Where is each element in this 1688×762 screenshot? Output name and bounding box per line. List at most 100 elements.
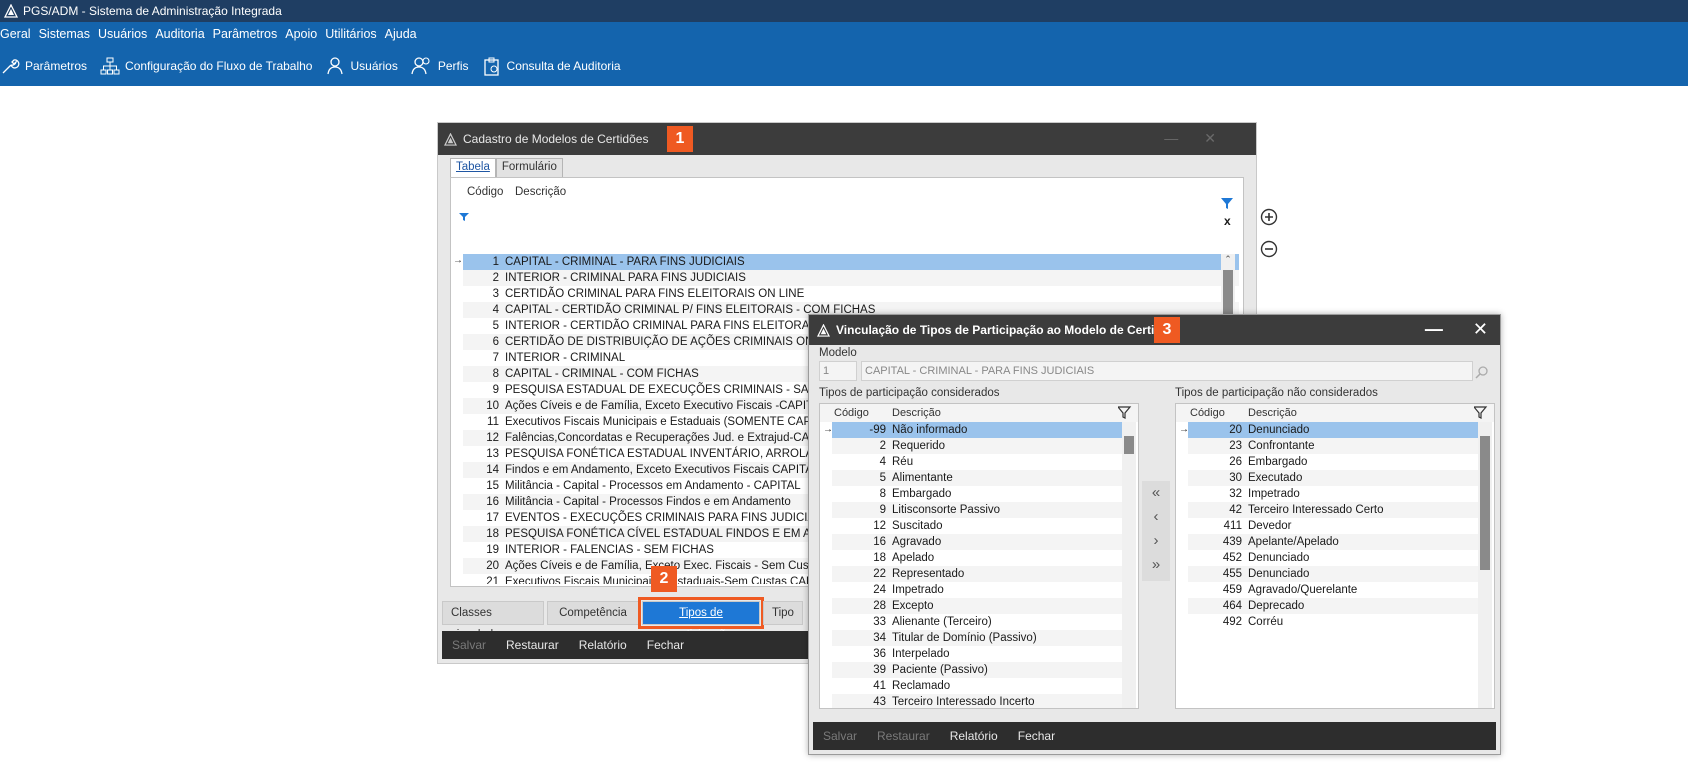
table-row[interactable]: 2 INTERIOR - CRIMINAL PARA FINS JUDICIAIS (463, 270, 1239, 286)
menu-geral[interactable]: Geral (0, 27, 36, 41)
menu-ajuda[interactable]: Ajuda (385, 27, 422, 41)
menu-sistemas[interactable]: Sistemas (39, 27, 95, 41)
row-description: Agravado/Querelante (1248, 584, 1358, 596)
table-row[interactable]: 3 CERTIDÃO CRIMINAL PARA FINS ELEITORAIS … (463, 286, 1239, 302)
toolbar-auditoria-button[interactable]: Consulta de Auditoria (482, 56, 621, 76)
table-row[interactable]: 23 Confrontante (1188, 438, 1480, 454)
table-row[interactable]: 1 CAPITAL - CRIMINAL - PARA FINS JUDICIAI… (463, 254, 1239, 270)
column-codigo[interactable]: Código (820, 404, 892, 422)
vinculacao-window-titlebar[interactable]: Vinculação de Tipos de Participação ao M… (809, 315, 1500, 345)
menu-auditoria[interactable]: Auditoria (155, 27, 209, 41)
filter-icon[interactable] (459, 212, 469, 222)
table-row[interactable]: 492 Corréu (1188, 614, 1480, 630)
search-icon[interactable] (1475, 365, 1489, 379)
table-row[interactable]: 33 Alienante (Terceiro) (832, 614, 1124, 630)
row-description: Confrontante (1248, 440, 1315, 452)
table-row[interactable]: 4 Réu (832, 454, 1124, 470)
table-row[interactable]: 12 Suscitado (832, 518, 1124, 534)
move-right-button[interactable]: › (1142, 529, 1170, 553)
filter-settings-icon[interactable] (1221, 197, 1235, 211)
table-row[interactable]: 30 Executado (1188, 470, 1480, 486)
table-row[interactable]: 24 Impetrado (832, 582, 1124, 598)
salvar-button[interactable]: Salvar (823, 729, 857, 743)
vertical-scrollbar[interactable] (1122, 422, 1136, 708)
table-row[interactable]: 2 Requerido (832, 438, 1124, 454)
tab-classes-vinculadas[interactable]: Classes vinculadas (442, 601, 544, 641)
table-row[interactable]: 22 Representado (832, 566, 1124, 582)
toolbar-perfis-button[interactable]: Perfis (411, 56, 469, 76)
table-row[interactable]: 20 Denunciado (1188, 422, 1480, 438)
table-row[interactable]: 32 Impetrado (1188, 486, 1480, 502)
remove-icon[interactable] (1260, 240, 1278, 258)
table-row[interactable]: 43 Terceiro Interessado Incerto (832, 694, 1124, 708)
column-descricao[interactable]: Descrição (892, 404, 941, 422)
modelo-description-field[interactable]: CAPITAL - CRIMINAL - PARA FINS JUDICIAIS (861, 361, 1473, 381)
table-row[interactable]: 452 Denunciado (1188, 550, 1480, 566)
toolbar-fluxo-button[interactable]: Configuração do Fluxo de Trabalho (100, 56, 312, 76)
menu-apoio[interactable]: Apoio (285, 27, 322, 41)
minimize-icon[interactable]: — (1425, 319, 1443, 339)
table-row[interactable]: 42 Terceiro Interessado Certo (1188, 502, 1480, 518)
relatorio-button[interactable]: Relatório (950, 729, 998, 743)
table-row[interactable]: -99 Não informado (832, 422, 1124, 438)
column-descricao[interactable]: Descrição (1248, 404, 1297, 422)
add-icon[interactable] (1260, 208, 1278, 226)
table-row[interactable]: 41 Reclamado (832, 678, 1124, 694)
filter-settings-icon[interactable] (1474, 406, 1488, 420)
tab-tipo[interactable]: Tipo (763, 601, 803, 625)
toolbar-usuarios-button[interactable]: Usuários (325, 56, 398, 76)
table-row[interactable]: 39 Paciente (Passivo) (832, 662, 1124, 678)
menu-usuarios[interactable]: Usuários (98, 27, 152, 41)
column-codigo[interactable]: Código (467, 186, 515, 198)
scrollbar-thumb[interactable] (1480, 436, 1490, 570)
table-row[interactable]: 16 Agravado (832, 534, 1124, 550)
salvar-button[interactable]: Salvar (452, 638, 486, 652)
table-row[interactable]: 36 Interpelado (832, 646, 1124, 662)
row-code: 3 (492, 288, 499, 300)
table-row[interactable]: 5 Alimentante (832, 470, 1124, 486)
table-row[interactable]: 9 Litisconsorte Passivo (832, 502, 1124, 518)
move-left-button[interactable]: ‹ (1142, 505, 1170, 529)
toolbar-parametros-button[interactable]: Parâmetros (0, 56, 87, 76)
modelo-code-field[interactable]: 1 (819, 361, 857, 381)
fechar-button[interactable]: Fechar (647, 638, 684, 652)
move-all-left-button[interactable]: « (1142, 481, 1170, 505)
filter-settings-icon[interactable] (1118, 406, 1132, 420)
tab-formulario[interactable]: Formulário (495, 158, 563, 178)
relatorio-button[interactable]: Relatório (579, 638, 627, 652)
table-row[interactable]: 26 Embargado (1188, 454, 1480, 470)
vertical-scrollbar[interactable] (1478, 422, 1492, 708)
row-description: PESQUISA FONÉTICA ESTADUAL INVENTÁRIO, A… (505, 448, 837, 460)
row-description: Reclamado (892, 680, 951, 692)
table-row[interactable]: 464 Deprecado (1188, 598, 1480, 614)
table-row[interactable]: 34 Titular de Domínio (Passivo) (832, 630, 1124, 646)
restaurar-button[interactable]: Restaurar (877, 729, 930, 743)
close-icon[interactable]: ✕ (1473, 319, 1488, 339)
tab-competencia[interactable]: Competência (547, 601, 639, 625)
restaurar-button[interactable]: Restaurar (506, 638, 559, 652)
table-row[interactable]: 455 Denunciado (1188, 566, 1480, 582)
table-row[interactable]: 411 Devedor (1188, 518, 1480, 534)
column-descricao[interactable]: Descrição (515, 186, 566, 198)
menu-utilitarios[interactable]: Utilitários (325, 27, 381, 41)
table-row[interactable]: 8 Embargado (832, 486, 1124, 502)
row-description: PESQUISA FONÉTICA CÍVEL ESTADUAL FINDOS … (505, 528, 835, 540)
scroll-up-icon[interactable]: ⌃ (1221, 254, 1235, 265)
table-row[interactable]: 18 Apelado (832, 550, 1124, 566)
close-icon[interactable]: ✕ (1204, 130, 1242, 146)
row-description: Representado (892, 568, 965, 580)
table-row[interactable]: 28 Excepto (832, 598, 1124, 614)
tab-tipos-de-participacao[interactable]: Tipos de participação (638, 597, 764, 641)
fechar-button[interactable]: Fechar (1018, 729, 1055, 743)
scrollbar-thumb[interactable] (1124, 436, 1134, 454)
cadastro-window-titlebar[interactable]: Cadastro de Modelos de Certidões 1 —✕ (438, 123, 1256, 155)
table-row[interactable]: 459 Agravado/Querelante (1188, 582, 1480, 598)
move-all-right-button[interactable]: » (1142, 553, 1170, 577)
row-description: PESQUISA ESTADUAL DE EXECUÇÕES CRIMINAIS… (505, 384, 841, 396)
minimize-icon[interactable]: — (1164, 130, 1204, 146)
column-codigo[interactable]: Código (1176, 404, 1248, 422)
clear-filter-button[interactable]: x (1224, 214, 1231, 228)
table-row[interactable]: 439 Apelante/Apelado (1188, 534, 1480, 550)
tab-tabela[interactable]: Tabela (450, 158, 496, 178)
menu-parametros[interactable]: Parâmetros (213, 27, 283, 41)
